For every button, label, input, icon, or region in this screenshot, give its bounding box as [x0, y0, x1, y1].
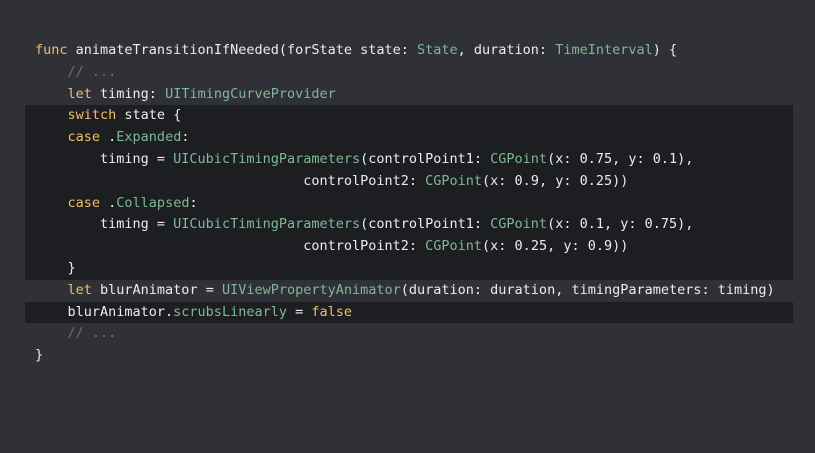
code-token: (controlPoint1: [360, 216, 491, 233]
code-line-text: timing = UICubicTimingParameters(control… [35, 214, 693, 236]
code-token: controlPoint2: [35, 238, 426, 255]
code-token: CGPoint [490, 150, 548, 167]
code-line-text: case .Expanded: [35, 127, 190, 149]
code-token: CGPoint [425, 238, 483, 255]
code-token: // ... [67, 325, 117, 342]
code-token: (duration: duration, timingParameters: t… [400, 281, 775, 298]
code-token: scrubsLinearly [173, 303, 287, 320]
code-line-text: // ... [35, 323, 117, 345]
code-line-text: controlPoint2: CGPoint(x: 0.25, y: 0.9)) [35, 236, 628, 258]
code-line[interactable]: timing = UICubicTimingParameters(control… [0, 214, 815, 236]
code-token: timing = [35, 216, 174, 233]
code-line[interactable]: switch state { [0, 105, 815, 127]
code-token: timing = [35, 150, 174, 167]
code-token: UITimingCurveProvider [165, 85, 336, 102]
code-line-text: // ... [35, 62, 117, 84]
code-line-text: let timing: UITimingCurveProvider [35, 84, 336, 106]
code-token: controlPoint2: [35, 172, 426, 189]
code-token: Collapsed [116, 194, 190, 211]
code-token: . [100, 129, 117, 146]
code-line-text: timing = UICubicTimingParameters(control… [35, 149, 693, 171]
code-token: blurAnimator. [35, 303, 174, 320]
code-line[interactable]: let blurAnimator = UIViewPropertyAnimato… [0, 280, 815, 302]
code-token: UIViewPropertyAnimator [221, 281, 401, 298]
code-line[interactable]: case .Collapsed: [0, 193, 815, 215]
code-token: (controlPoint1: [360, 150, 491, 167]
code-token: TimeInterval [555, 42, 653, 58]
code-token: (x: 0.25, y: 0.9)) [482, 238, 629, 255]
code-line-text: } [35, 258, 76, 280]
code-line[interactable]: case .Expanded: [0, 127, 815, 149]
code-line[interactable]: // ... [0, 323, 815, 345]
code-token: , duration: [457, 42, 556, 58]
code-token: false [311, 303, 352, 320]
code-token: = [286, 303, 312, 320]
code-line-text: case .Collapsed: [35, 193, 198, 215]
code-token: state { [116, 107, 182, 124]
code-line[interactable]: } [0, 345, 815, 367]
code-token: CGPoint [425, 172, 483, 189]
code-token: let [67, 85, 92, 102]
code-token: func [35, 42, 68, 58]
code-editor[interactable]: func animateTransitionIfNeeded(forState … [0, 40, 815, 367]
code-token: : [181, 129, 190, 146]
code-token: let [67, 281, 92, 298]
code-token: CGPoint [490, 216, 548, 233]
code-line-text: let blurAnimator = UIViewPropertyAnimato… [35, 280, 775, 302]
code-token: ) { [652, 42, 678, 58]
code-line[interactable]: controlPoint2: CGPoint(x: 0.25, y: 0.9)) [0, 236, 815, 258]
code-token: (x: 0.9, y: 0.25)) [482, 172, 629, 189]
code-line[interactable]: func animateTransitionIfNeeded(forState … [0, 40, 815, 62]
code-token: : [189, 194, 198, 211]
code-token: (x: 0.1, y: 0.75), [547, 216, 694, 233]
code-token: case [67, 129, 101, 146]
code-token: } [35, 347, 44, 364]
code-token: // ... [67, 63, 117, 80]
code-token: State [417, 42, 458, 58]
code-line[interactable]: // ... [0, 62, 815, 84]
code-token: UICubicTimingParameters [173, 216, 361, 233]
code-line[interactable]: } [0, 258, 815, 280]
code-token: UICubicTimingParameters [173, 150, 361, 167]
code-line-text: blurAnimator.scrubsLinearly = false [35, 302, 353, 324]
code-line-text: } [35, 345, 43, 367]
code-token: Expanded [116, 129, 182, 146]
code-token: (x: 0.75, y: 0.1), [547, 150, 694, 167]
code-token: blurAnimator = [91, 281, 222, 298]
code-line[interactable]: controlPoint2: CGPoint(x: 0.9, y: 0.25)) [0, 171, 815, 193]
code-token: } [35, 259, 76, 276]
code-line[interactable]: blurAnimator.scrubsLinearly = false [0, 302, 815, 324]
code-token: case [67, 194, 101, 211]
code-line-text: controlPoint2: CGPoint(x: 0.9, y: 0.25)) [35, 171, 628, 193]
code-token: animateTransitionIfNeeded(forState state… [67, 42, 418, 58]
code-line[interactable]: let timing: UITimingCurveProvider [0, 84, 815, 106]
code-token: timing: [91, 85, 166, 102]
code-token: . [100, 194, 117, 211]
code-token: switch [67, 107, 117, 124]
code-line[interactable]: timing = UICubicTimingParameters(control… [0, 149, 815, 171]
code-line-text: switch state { [35, 105, 182, 127]
code-line-text: func animateTransitionIfNeeded(forState … [35, 40, 677, 62]
